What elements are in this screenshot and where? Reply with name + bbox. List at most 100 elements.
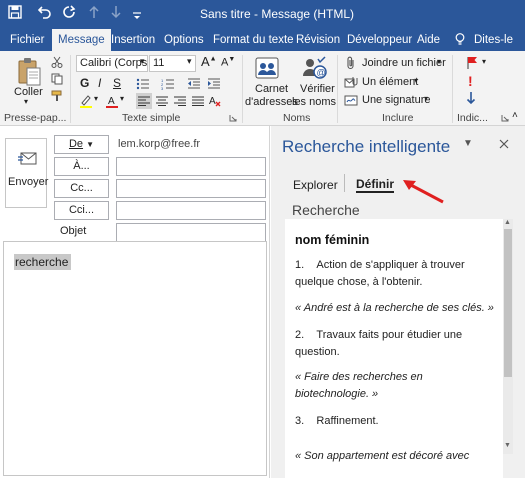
cut-icon[interactable]: [50, 55, 64, 69]
paste-icon[interactable]: [14, 57, 44, 87]
part-of-speech: nom féminin: [295, 233, 370, 247]
selected-text[interactable]: recherche: [14, 254, 72, 270]
bcc-button[interactable]: Cci...: [54, 201, 109, 220]
attach-file-button[interactable]: Joindre un fichier: [362, 57, 446, 69]
align-left-icon[interactable]: [136, 93, 152, 109]
definition-text: Travaux faits pour étudier une question.: [295, 329, 463, 358]
tab-define[interactable]: Définir: [356, 177, 395, 193]
signature-button[interactable]: Une signature: [362, 94, 431, 106]
subject-field[interactable]: [116, 223, 266, 242]
address-book-label-2[interactable]: d'adresses: [245, 96, 298, 108]
paste-dropdown-icon[interactable]: ▾: [24, 97, 28, 106]
shrink-font-icon[interactable]: A▼: [221, 56, 235, 69]
undo-icon[interactable]: [37, 5, 52, 24]
section-heading: Recherche: [292, 202, 360, 218]
svg-text:A: A: [108, 96, 115, 107]
low-importance-icon[interactable]: [464, 91, 478, 105]
customize-toolbar-icon[interactable]: [132, 8, 142, 26]
send-envelope-icon: [18, 149, 38, 169]
scrollbar-thumb[interactable]: [504, 229, 512, 377]
bcc-field[interactable]: [116, 201, 266, 220]
arrow-down-icon[interactable]: [110, 5, 122, 24]
bold-icon[interactable]: G: [80, 76, 89, 90]
signature-icon[interactable]: [344, 93, 358, 107]
from-button[interactable]: De ▼: [54, 135, 109, 154]
address-book-icon[interactable]: [253, 55, 281, 81]
pane-options-icon[interactable]: ▼: [463, 138, 473, 149]
message-body[interactable]: recherche: [3, 241, 267, 476]
definition-3: 3. Raffinement.: [295, 413, 495, 430]
attach-file-dropdown-icon[interactable]: ▾: [437, 57, 441, 66]
follow-up-flag-icon[interactable]: [465, 56, 479, 70]
tab-revision[interactable]: Révision: [296, 29, 340, 51]
numbering-icon[interactable]: 123: [160, 76, 176, 92]
signature-dropdown-icon[interactable]: ▾: [424, 94, 428, 103]
tab-developpeur[interactable]: Développeur: [347, 29, 412, 51]
close-icon[interactable]: [497, 137, 511, 151]
attach-item-dropdown-icon[interactable]: ▾: [414, 76, 418, 85]
subject-label: Objet: [60, 225, 87, 237]
align-right-icon[interactable]: [172, 93, 188, 109]
cc-button[interactable]: Cc...: [54, 179, 109, 198]
check-names-icon[interactable]: @: [300, 55, 328, 81]
font-color-dropdown-icon[interactable]: ▾: [120, 94, 124, 103]
lightbulb-icon[interactable]: [455, 29, 465, 51]
bcc-label: Cci...: [68, 204, 95, 216]
example-1: « André est à la recherche de ses clés. …: [295, 302, 494, 314]
paperclip-icon[interactable]: [344, 56, 358, 70]
tab-tell-me[interactable]: Dites-le: [474, 29, 513, 51]
tags-dialog-launcher-icon[interactable]: [500, 113, 510, 123]
redo-icon[interactable]: [62, 5, 76, 24]
definition-text: Action de s'appliquer à trouver quelque …: [295, 259, 465, 288]
window-title: Sans titre - Message (HTML): [200, 7, 355, 21]
svg-text:A: A: [209, 96, 216, 107]
to-button[interactable]: À...: [54, 157, 109, 176]
check-names-label-1[interactable]: Vérifier: [300, 83, 335, 95]
clear-formatting-icon[interactable]: A: [207, 93, 223, 109]
font-name-dropdown-icon[interactable]: ▾: [140, 56, 145, 67]
bullets-icon[interactable]: [135, 76, 151, 92]
grow-font-icon[interactable]: A▲: [201, 54, 217, 69]
italic-icon[interactable]: I: [98, 76, 101, 90]
send-button[interactable]: Envoyer: [5, 138, 48, 208]
justify-icon[interactable]: [190, 93, 206, 109]
font-size-dropdown-icon[interactable]: ▾: [187, 56, 192, 67]
copy-icon[interactable]: [50, 72, 64, 86]
underline-icon[interactable]: S: [113, 76, 121, 90]
address-book-label-1[interactable]: Carnet: [255, 83, 288, 95]
tab-fichier[interactable]: Fichier: [10, 29, 45, 51]
example-3: « Son appartement est décoré avec: [295, 450, 470, 462]
collapse-ribbon-icon[interactable]: ˄: [512, 110, 518, 121]
increase-indent-icon[interactable]: [206, 76, 222, 92]
tab-divider: [344, 174, 345, 192]
check-names-label-2[interactable]: les noms: [292, 96, 336, 108]
scroll-down-icon[interactable]: ▼: [504, 442, 511, 449]
scroll-up-icon[interactable]: ▲: [504, 219, 511, 226]
attach-item-button[interactable]: Un élément: [362, 76, 418, 88]
align-center-icon[interactable]: [154, 93, 170, 109]
font-name-select[interactable]: Calibri (Corps: [76, 55, 148, 72]
font-color-icon[interactable]: A: [104, 93, 120, 109]
tab-message[interactable]: Message: [52, 29, 111, 51]
tab-format-du-texte[interactable]: Format du texte: [213, 29, 294, 51]
tab-options[interactable]: Options: [164, 29, 204, 51]
save-icon[interactable]: [8, 5, 22, 24]
flag-dropdown-icon[interactable]: ▾: [482, 57, 486, 66]
decrease-indent-icon[interactable]: [186, 76, 202, 92]
high-importance-icon[interactable]: !: [468, 73, 473, 89]
cc-field[interactable]: [116, 179, 266, 198]
attach-item-icon[interactable]: [344, 75, 358, 89]
paste-button[interactable]: Coller: [14, 86, 43, 98]
arrow-up-icon[interactable]: [88, 5, 100, 24]
basic-text-group-label: Texte simple: [122, 112, 181, 124]
tab-explore[interactable]: Explorer: [293, 178, 338, 192]
highlight-dropdown-icon[interactable]: ▾: [94, 94, 98, 103]
dialog-launcher-icon[interactable]: [228, 113, 238, 123]
tab-aide[interactable]: Aide: [417, 29, 440, 51]
format-painter-icon[interactable]: [50, 89, 64, 103]
font-name-value: Calibri (Corps: [80, 57, 148, 69]
to-field[interactable]: [116, 157, 266, 176]
definition-card: nom féminin 1. Action de s'appliquer à t…: [285, 219, 503, 478]
tab-insertion[interactable]: Insertion: [111, 29, 155, 51]
highlight-color-icon[interactable]: [78, 93, 94, 109]
